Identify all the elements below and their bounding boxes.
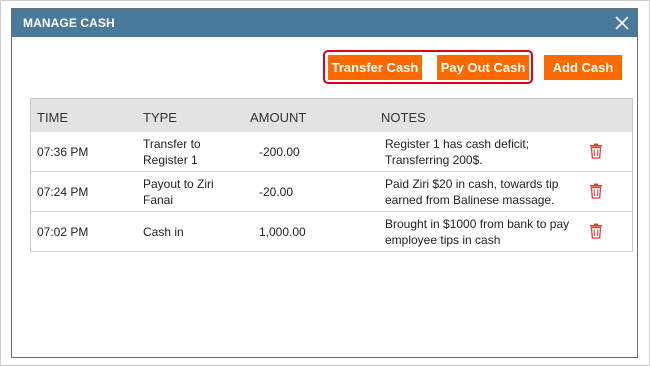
row-notes-line1: Register 1 has cash deficit;: [385, 137, 530, 151]
transfer-cash-button[interactable]: Transfer Cash: [328, 55, 422, 80]
table-row: 07:24 PM Payout to Ziri Fanai -20.00 Pai…: [31, 172, 632, 212]
row-type-line1: Payout to Ziri: [143, 177, 214, 191]
row-notes-line2: employee tips in cash: [385, 233, 501, 247]
row-type: Transfer to Register 1: [143, 136, 233, 168]
row-notes-line2: Transferring 200$.: [385, 153, 483, 167]
dialog-titlebar: MANAGE CASH: [12, 9, 637, 37]
row-amount: 1,000.00: [259, 225, 306, 239]
row-type-line2: Register 1: [143, 153, 198, 167]
row-type: Cash in: [143, 224, 233, 240]
row-time: 07:02 PM: [37, 225, 89, 239]
cash-transactions-table: TIME TYPE AMOUNT NOTES 07:36 PM Transfer…: [30, 98, 633, 252]
trash-icon[interactable]: [589, 183, 603, 199]
row-type-line2: Fanai: [143, 193, 174, 207]
row-type-line1: Transfer to: [143, 137, 201, 151]
table-row: 07:02 PM Cash in 1,000.00 Brought in $10…: [31, 212, 632, 252]
trash-icon[interactable]: [589, 143, 603, 159]
header-notes: NOTES: [381, 110, 426, 125]
row-notes-line1: Paid Ziri $20 in cash, towards tip: [385, 177, 559, 191]
row-type-line1: Cash in: [143, 225, 184, 239]
row-notes-line1: Brought in $1000 from bank to pay: [385, 217, 570, 231]
manage-cash-dialog: MANAGE CASH Transfer Cash Pay Out Cash A…: [11, 8, 638, 358]
table-row: 07:36 PM Transfer to Register 1 -200.00 …: [31, 132, 632, 172]
row-time: 07:36 PM: [37, 145, 89, 159]
row-notes: Register 1 has cash deficit; Transferrin…: [385, 136, 590, 168]
trash-icon[interactable]: [589, 223, 603, 239]
header-type: TYPE: [143, 110, 177, 125]
row-amount: -200.00: [259, 145, 300, 159]
header-amount: AMOUNT: [250, 110, 307, 125]
row-notes-line2: earned from Balinese massage.: [385, 193, 555, 207]
pay-out-cash-button[interactable]: Pay Out Cash: [437, 55, 529, 80]
row-type: Payout to Ziri Fanai: [143, 176, 233, 208]
close-icon[interactable]: [613, 14, 631, 32]
table-header: TIME TYPE AMOUNT NOTES: [31, 99, 632, 132]
dialog-title: MANAGE CASH: [23, 16, 115, 30]
add-cash-button[interactable]: Add Cash: [544, 55, 622, 80]
row-amount: -20.00: [259, 185, 294, 199]
header-time: TIME: [37, 110, 69, 125]
row-notes: Brought in $1000 from bank to pay employ…: [385, 216, 590, 248]
row-time: 07:24 PM: [37, 185, 89, 199]
row-notes: Paid Ziri $20 in cash, towards tip earne…: [385, 176, 590, 208]
